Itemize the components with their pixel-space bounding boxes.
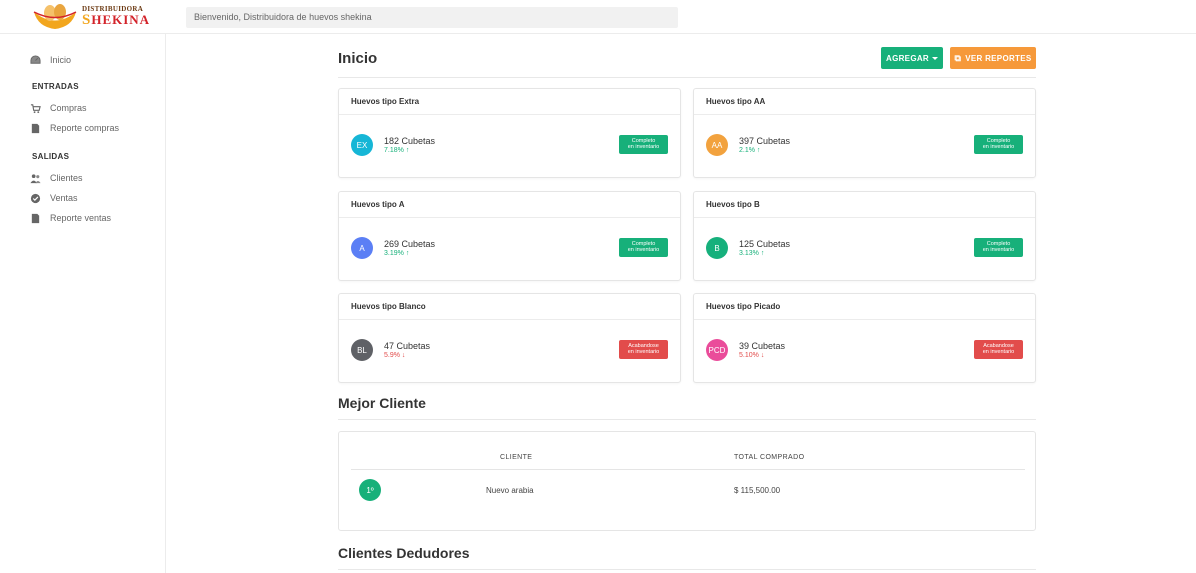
sidebar-section-salidas: SALIDAS [32,152,70,161]
client-name-cell: Nuevo arabia [486,486,534,495]
type-avatar: A [351,237,373,259]
inventory-card-picado: Huevos tipo Picado PCD 39 Cubetas 5.10% … [693,293,1036,383]
top-bar: DISTRIBUIDORA SHEKINA Bienvenido, Distri… [0,0,1196,34]
card-title: Huevos tipo Blanco [339,294,680,320]
card-title: Huevos tipo A [339,192,680,218]
sidebar-item-compras[interactable]: Compras [30,100,87,116]
external-link-icon: ⧉ [954,52,962,63]
card-trend: 5.10% ↓ [739,352,765,359]
type-avatar: AA [706,134,728,156]
inventory-card-aa: Huevos tipo AA AA 397 Cubetas 2.1% ↑ Com… [693,88,1036,178]
card-trend: 3.13% ↑ [739,250,765,257]
brand-name: SHEKINA [82,12,151,28]
card-title: Huevos tipo Extra [339,89,680,115]
sidebar-item-inicio[interactable]: Inicio [30,52,71,68]
inventory-card-b: Huevos tipo B B 125 Cubetas 3.13% ↑ Comp… [693,191,1036,281]
cart-icon [30,103,41,113]
users-icon [30,173,41,183]
inventory-card-blanco: Huevos tipo Blanco BL 47 Cubetas 5.9% ↓ … [338,293,681,383]
sidebar-item-reporte-compras[interactable]: Reporte compras [30,120,119,136]
card-quantity: 182 Cubetas [384,136,436,146]
agregar-dropdown-button[interactable]: AGREGAR [881,47,943,69]
type-avatar: B [706,237,728,259]
status-badge: Completo en inventario [619,135,668,154]
type-avatar: EX [351,134,373,156]
ver-reportes-button[interactable]: ⧉ VER REPORTES [950,47,1036,69]
status-badge: Completo en inventario [974,135,1023,154]
card-title: Huevos tipo B [694,192,1035,218]
welcome-bar: Bienvenido, Distribuidora de huevos shek… [186,7,678,28]
status-badge: Completo en inventario [974,238,1023,257]
card-title: Huevos tipo AA [694,89,1035,115]
sidebar-item-label: Reporte ventas [50,213,112,223]
best-client-table: CLIENTE TOTAL COMPRADO 1º Nuevo arabia $… [338,431,1036,531]
card-quantity: 269 Cubetas [384,239,436,249]
best-client-title: Mejor Cliente [338,395,426,411]
sidebar-item-ventas[interactable]: Ventas [30,190,78,206]
card-trend: 7.18% ↑ [384,147,410,154]
sidebar-item-label: Reporte compras [50,123,120,133]
sidebar-section-entradas: ENTRADAS [32,82,79,91]
card-trend: 3.19% ↑ [384,250,410,257]
sidebar-item-clientes[interactable]: Clientes [30,170,83,186]
client-total-cell: $ 115,500.00 [734,486,781,495]
card-quantity: 125 Cubetas [739,239,791,249]
rank-badge: 1º [359,479,381,501]
card-trend: 2.1% ↑ [739,147,761,154]
title-divider [338,77,1036,78]
caret-down-icon [932,56,938,60]
card-quantity: 397 Cubetas [739,136,791,146]
arrow-up-icon: ↑ [405,147,410,154]
brand-logo[interactable]: DISTRIBUIDORA SHEKINA [30,3,149,31]
section-divider [338,569,1036,570]
arrow-up-icon: ↑ [760,250,765,257]
arrow-down-icon: ↓ [760,352,765,359]
agregar-label: AGREGAR [886,53,929,63]
arrow-up-icon: ↑ [405,250,410,257]
arrow-up-icon: ↑ [756,147,761,154]
check-circle-icon [30,193,41,203]
card-quantity: 39 Cubetas [739,341,786,351]
file-icon [31,213,40,223]
card-trend: 5.9% ↓ [384,352,406,359]
inventory-card-extra: Huevos tipo Extra EX 182 Cubetas 7.18% ↑… [338,88,681,178]
dashboard-icon [30,54,41,64]
ver-reportes-label: VER REPORTES [965,53,1032,63]
type-avatar: BL [351,339,373,361]
column-header-total: TOTAL COMPRADO [734,454,805,461]
sidebar: Inicio ENTRADAS Compras Reporte compras … [0,34,166,573]
egg-logo-icon [33,4,77,29]
file-icon [31,123,40,133]
debtors-title: Clientes Dedudores [338,545,470,561]
card-quantity: 47 Cubetas [384,341,431,351]
sidebar-item-label: Clientes [50,173,83,183]
section-divider [338,419,1036,420]
card-title: Huevos tipo Picado [694,294,1035,320]
table-header-divider [351,469,1025,470]
status-badge: Acabandose en inventario [974,340,1023,359]
inventory-card-a: Huevos tipo A A 269 Cubetas 3.19% ↑ Comp… [338,191,681,281]
type-avatar: PCD [706,339,728,361]
status-badge: Completo en inventario [619,238,668,257]
page-title: Inicio [338,50,378,67]
sidebar-item-label: Ventas [50,193,78,203]
sidebar-item-reporte-ventas[interactable]: Reporte ventas [30,210,111,226]
column-header-cliente: CLIENTE [500,454,533,461]
sidebar-item-label: Compras [50,103,87,113]
sidebar-item-label: Inicio [50,55,72,65]
arrow-down-icon: ↓ [401,352,406,359]
status-badge: Acabandose en inventario [619,340,668,359]
